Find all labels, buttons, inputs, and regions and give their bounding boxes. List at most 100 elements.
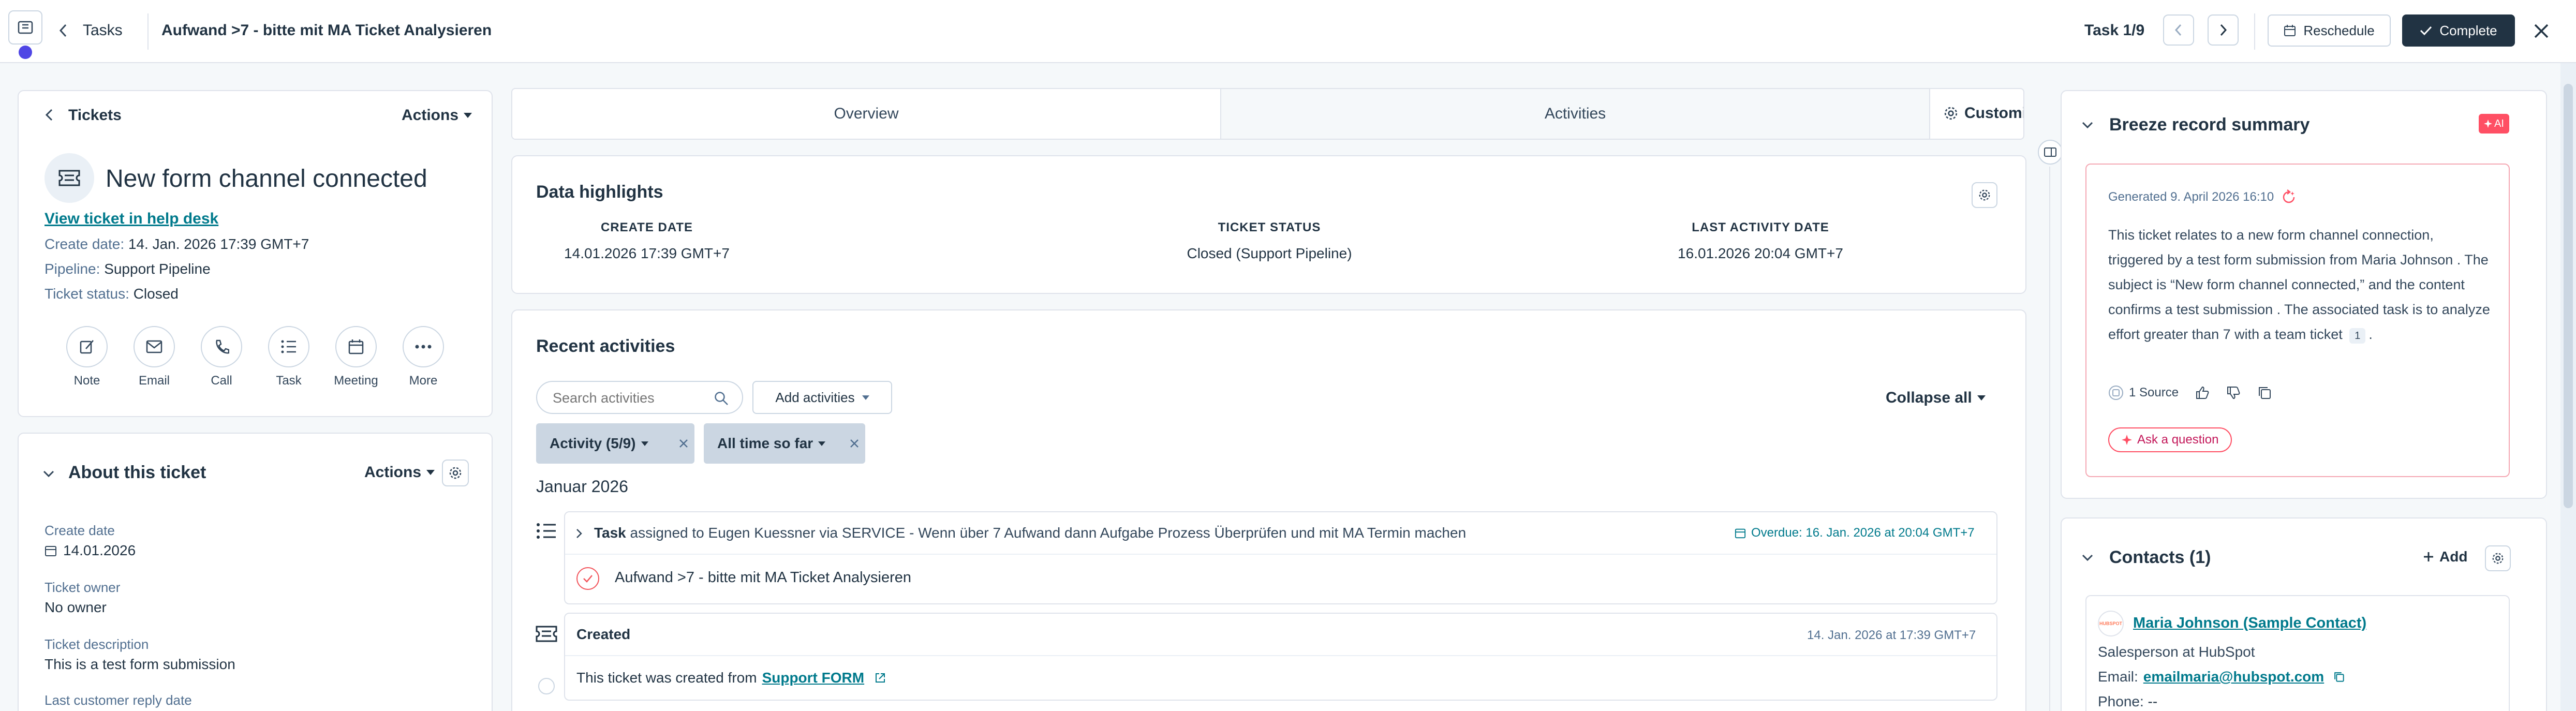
search-field[interactable] <box>553 388 708 408</box>
email-button[interactable] <box>134 326 175 367</box>
collapse-all-button[interactable]: Collapse all <box>1886 389 1986 407</box>
customize-button[interactable]: Customize <box>1944 105 2023 122</box>
copy-icon[interactable] <box>2257 386 2272 400</box>
kpi-last-activity-value: 16.01.2026 20:04 GMT+7 <box>1678 245 1843 261</box>
status-row: Ticket status: Closed <box>45 286 179 302</box>
tab-overview[interactable]: Overview <box>512 89 1220 139</box>
meeting-icon <box>348 339 364 354</box>
add-activities-label: Add activities <box>775 389 855 405</box>
support-form-link[interactable]: Support FORM <box>762 670 865 686</box>
divider <box>565 655 1996 656</box>
phone-value: -- <box>2148 693 2158 709</box>
owner-value[interactable]: No owner <box>45 599 107 616</box>
activity-filter-pill[interactable]: Activity (5/9) <box>536 423 694 464</box>
search-activities-input[interactable] <box>536 381 743 414</box>
previous-task-button[interactable] <box>2163 14 2194 46</box>
close-icon[interactable] <box>679 439 688 448</box>
next-task-button[interactable] <box>2208 14 2239 46</box>
task-button[interactable] <box>268 326 309 367</box>
gear-icon <box>1944 107 1958 120</box>
about-settings-button[interactable] <box>442 460 469 486</box>
chevron-left-icon <box>2174 24 2182 36</box>
note-button[interactable] <box>66 326 108 367</box>
copy-icon[interactable] <box>2333 671 2345 683</box>
kpi-ticket-status-label: TICKET STATUS <box>1218 220 1321 234</box>
chevron-right-icon[interactable] <box>575 528 583 539</box>
about-create-date-label: Create date <box>45 523 115 538</box>
contact-phone-row: Phone: -- <box>2098 693 2157 710</box>
close-icon[interactable] <box>2533 23 2550 39</box>
scrollbar-thumb[interactable] <box>2564 84 2573 508</box>
recent-activities-card: Recent activities Add activities Collaps… <box>511 309 2026 711</box>
create-date-row: Create date: 14. Jan. 2026 17:39 GMT+7 <box>45 236 309 253</box>
meeting-button[interactable] <box>335 326 377 367</box>
caret-down-icon <box>426 470 435 475</box>
sidebar-collapse-button[interactable] <box>2038 140 2063 165</box>
back-to-tasks-link[interactable]: Tasks <box>83 22 123 39</box>
about-actions-button[interactable]: Actions <box>364 464 435 481</box>
tab-activities[interactable]: Activities <box>1220 89 1930 139</box>
source-label: 1 Source <box>2129 386 2179 399</box>
ticket-actions-button[interactable]: Actions <box>402 107 472 124</box>
contact-name-link[interactable]: Maria Johnson (Sample Contact) <box>2133 615 2366 632</box>
time-filter-pill[interactable]: All time so far <box>704 423 865 464</box>
regenerate-icon[interactable] <box>2281 189 2297 205</box>
chevron-left-icon[interactable] <box>45 108 54 122</box>
note-icon <box>80 340 94 354</box>
add-label: Add <box>2439 549 2468 565</box>
add-activities-button[interactable]: Add activities <box>752 381 892 414</box>
email-link[interactable]: emailmaria@hubspot.com <box>2143 669 2324 685</box>
task-description: assigned to Eugen Kuessner via SERVICE -… <box>630 525 1467 541</box>
chevron-left-icon[interactable] <box>58 23 68 38</box>
task-summary[interactable]: Task assigned to Eugen Kuessner via SERV… <box>594 525 1466 541</box>
external-link-icon[interactable] <box>875 672 886 684</box>
contact-item: HUBSPOT Maria Johnson (Sample Contact) S… <box>2085 595 2510 711</box>
calendar-icon <box>45 546 56 556</box>
complete-label: Complete <box>2439 22 2497 38</box>
add-contact-button[interactable]: Add <box>2423 549 2467 565</box>
create-date-value: 14. Jan. 2026 17:39 GMT+7 <box>128 236 309 252</box>
citation-badge[interactable]: 1 <box>2349 328 2366 344</box>
calendar-icon <box>1735 528 1746 539</box>
pipeline-label: Pipeline: <box>45 261 100 277</box>
summary-box: Generated 9. April 2026 16:10 This ticke… <box>2085 164 2510 477</box>
panel-icon <box>18 21 33 34</box>
more-button[interactable] <box>403 326 444 367</box>
ticket-avatar <box>45 153 94 203</box>
gear-icon <box>1979 189 1990 201</box>
contacts-settings-button[interactable] <box>2485 545 2511 571</box>
last-reply-label: Last customer reply date <box>45 692 192 708</box>
about-create-date-value: 14.01.2026 <box>63 542 136 558</box>
contacts-title: Contacts (1) <box>2109 547 2211 567</box>
highlights-settings-button[interactable] <box>1972 182 1997 208</box>
chevron-down-icon[interactable] <box>2081 121 2094 129</box>
chevron-down-icon[interactable] <box>42 470 55 478</box>
close-icon[interactable] <box>850 439 859 448</box>
complete-button[interactable]: Complete <box>2402 14 2515 47</box>
source-button[interactable]: 1 Source <box>2108 385 2179 401</box>
description-value[interactable]: This is a test form submission <box>45 656 235 673</box>
back-to-tickets-link[interactable]: Tickets <box>68 107 122 124</box>
help-desk-link[interactable]: View ticket in help desk <box>45 210 218 228</box>
divider <box>2254 13 2255 50</box>
customize-label: Customize <box>1964 105 2023 122</box>
sidebar-toggle-button[interactable] <box>8 10 42 45</box>
ask-question-button[interactable]: Ask a question <box>2108 427 2232 452</box>
about-create-date[interactable]: 14.01.2026 <box>45 542 136 559</box>
contacts-card: Contacts (1) Add HUBSPOT Maria Johnson (… <box>2061 517 2547 711</box>
complete-task-checkbox[interactable] <box>576 567 599 590</box>
panel-icon <box>2044 147 2056 157</box>
page-scrollbar[interactable] <box>2560 63 2576 711</box>
call-button[interactable] <box>201 326 242 367</box>
source-icon <box>2109 386 2123 400</box>
thumbs-down-icon[interactable] <box>2226 386 2241 400</box>
reschedule-button[interactable]: Reschedule <box>2268 14 2391 47</box>
summary-title: Breeze record summary <box>2109 115 2310 135</box>
thumbs-up-icon[interactable] <box>2195 386 2210 400</box>
actions-label: Actions <box>364 464 422 481</box>
task-name[interactable]: Aufwand >7 - bitte mit MA Ticket Analysi… <box>615 569 911 586</box>
caret-down-icon <box>818 441 826 446</box>
chevron-down-icon[interactable] <box>2081 554 2094 562</box>
create-date-label: Create date: <box>45 236 125 252</box>
contact-role: Salesperson at HubSpot <box>2098 644 2255 660</box>
